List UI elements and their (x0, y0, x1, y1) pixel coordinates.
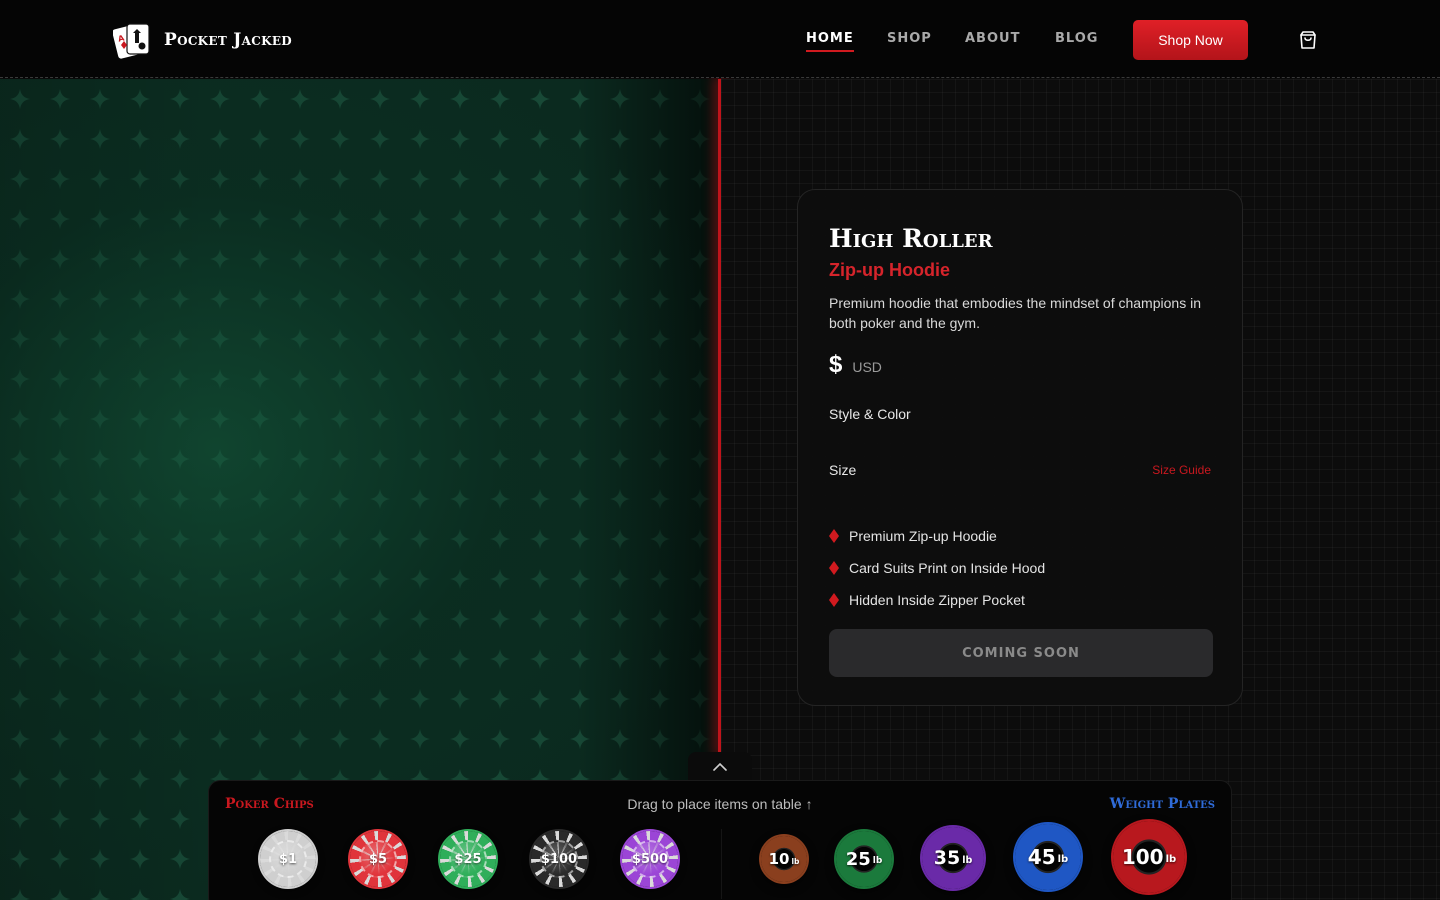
plate-unit: lb (791, 856, 800, 866)
feature-list: Premium Zip-up Hoodie Card Suits Print o… (829, 520, 1045, 616)
chip-label: $25 (454, 851, 482, 867)
site-header: A Pocket Jacked HOME SHOP ABOUT BLOG Sho… (0, 0, 1440, 78)
shopping-bag-icon[interactable] (1298, 30, 1318, 50)
plate-unit: lb (1057, 853, 1069, 865)
item-tray: Poker Chips Drag to place items on table… (208, 780, 1232, 900)
size-guide-link[interactable]: Size Guide (1152, 463, 1211, 477)
weight-plate-45[interactable]: 45 lb (1015, 824, 1081, 890)
plate-unit: lb (1165, 853, 1177, 865)
shop-now-button[interactable]: Shop Now (1133, 20, 1248, 60)
plate-value: 45 (1027, 845, 1056, 869)
coming-soon-button[interactable]: COMING SOON (829, 629, 1213, 677)
playing-cards-icon: A (113, 23, 150, 59)
poker-chip-5[interactable]: $5 (350, 831, 406, 887)
poker-chip-100[interactable]: $100 (531, 831, 587, 887)
poker-chip-1[interactable]: $1 (260, 831, 316, 887)
product-title: High Roller (829, 224, 993, 253)
brand-logo[interactable]: A Pocket Jacked (113, 21, 292, 59)
size-label: Size (829, 462, 857, 478)
feature-item: Hidden Inside Zipper Pocket (829, 584, 1045, 616)
plate-value: 35 (933, 847, 961, 869)
poker-table-drop-area[interactable] (0, 79, 720, 900)
weight-plate-35[interactable]: 35 lb (922, 827, 984, 889)
tray-toggle-button[interactable] (688, 752, 752, 782)
chip-label: $100 (540, 851, 578, 867)
diamond-icon (829, 561, 839, 575)
feature-text: Premium Zip-up Hoodie (849, 528, 997, 544)
tray-separator (721, 829, 722, 899)
product-subtitle: Zip-up Hoodie (829, 260, 950, 280)
chip-label: $5 (368, 851, 388, 867)
drag-hint: Drag to place items on table ↑ (627, 796, 813, 812)
plate-value: 100 (1121, 845, 1164, 869)
brand-name: Pocket Jacked (164, 30, 292, 50)
plate-unit: lb (872, 856, 883, 866)
weight-plate-10[interactable]: 10 lb (761, 836, 807, 882)
nav-blog[interactable]: BLOG (1055, 31, 1098, 46)
product-description: Premium hoodie that embodies the mindset… (829, 295, 1201, 331)
plate-value: 25 (845, 848, 871, 870)
weight-plate-100[interactable]: 100 lb (1113, 821, 1185, 893)
poker-chip-500[interactable]: $500 (622, 831, 678, 887)
diamond-icon (829, 529, 839, 543)
diamond-icon (829, 593, 839, 607)
feature-text: Hidden Inside Zipper Pocket (849, 592, 1025, 608)
price-symbol: $ (829, 351, 843, 378)
style-color-label: Style & Color (829, 406, 911, 422)
feature-item: Premium Zip-up Hoodie (829, 520, 1045, 552)
nav-about[interactable]: ABOUT (965, 31, 1020, 46)
price-currency: USD (852, 359, 882, 375)
weight-plate-25[interactable]: 25 lb (836, 831, 892, 887)
feature-text: Card Suits Print on Inside Hood (849, 560, 1046, 576)
nav-shop[interactable]: SHOP (887, 31, 932, 46)
nav-home[interactable]: HOME (806, 31, 854, 52)
poker-chip-25[interactable]: $25 (440, 831, 496, 887)
chevron-up-icon (713, 763, 727, 771)
plate-unit: lb (962, 854, 973, 866)
chip-label: $500 (631, 851, 669, 867)
feature-item: Card Suits Print on Inside Hood (829, 552, 1045, 584)
plate-value: 10 (768, 850, 790, 868)
price: $ USD (829, 351, 882, 379)
product-card: High Roller Zip-up Hoodie Premium hoodie… (797, 189, 1243, 706)
chip-label: $1 (278, 851, 298, 867)
weight-plates-heading: Weight Plates (1109, 796, 1215, 812)
